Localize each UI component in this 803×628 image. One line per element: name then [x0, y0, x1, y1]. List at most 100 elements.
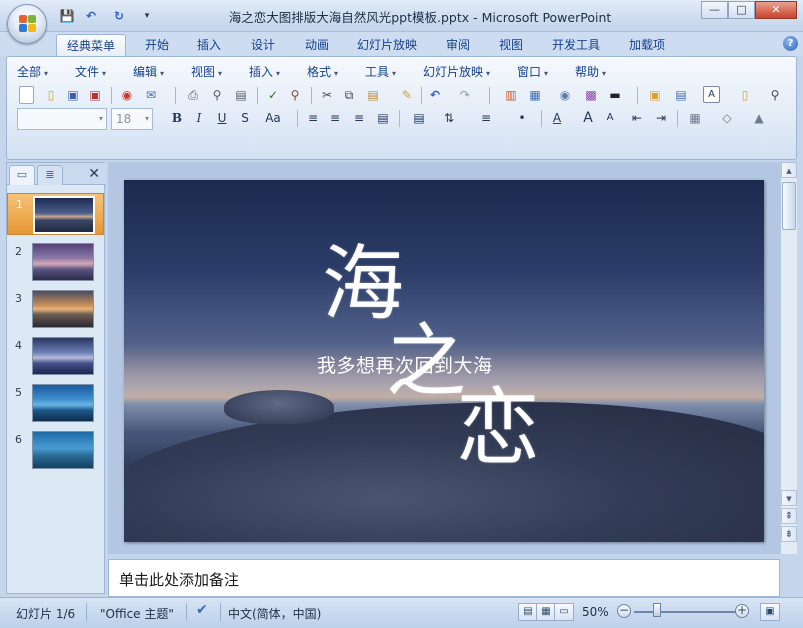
outline-tab-icon[interactable]: ≣	[37, 165, 63, 185]
slide-thumbnail[interactable]: 4	[7, 335, 104, 377]
zoom-slider-knob[interactable]	[653, 603, 661, 617]
outline-view-icon[interactable]: ▤	[231, 85, 251, 105]
decrease-indent-icon[interactable]: ⇤	[627, 108, 647, 128]
menu-format[interactable]: 格式 ▾	[307, 63, 365, 81]
paste-icon[interactable]: ▤	[363, 85, 383, 105]
text-direction-icon[interactable]: ▤	[407, 108, 431, 128]
open-folder-icon[interactable]: ▯	[41, 85, 61, 105]
current-slide[interactable]: 海 之 恋 我多想再次回到大海	[124, 180, 764, 542]
tab-design[interactable]: 设计	[242, 34, 284, 56]
tab-addins[interactable]: 加载项	[620, 34, 674, 56]
slide-thumbnail[interactable]: 1	[7, 193, 104, 235]
research-icon[interactable]: ⚲	[285, 85, 305, 105]
clip-art-icon[interactable]: ◉	[555, 85, 575, 105]
save-as-icon[interactable]: ▣	[85, 85, 105, 105]
align-right-icon[interactable]: ≡	[349, 108, 369, 128]
print-icon[interactable]: ⎙	[183, 85, 203, 105]
previous-slide-icon[interactable]: ⇞	[781, 508, 797, 524]
insert-table-icon[interactable]: ▦	[525, 85, 545, 105]
zoom-search-icon[interactable]: ⚲	[765, 85, 785, 105]
slides-tab-icon[interactable]: ▭	[9, 165, 35, 185]
spellcheck-icon[interactable]: ✔	[196, 602, 208, 618]
increase-indent-icon[interactable]: ⇥	[651, 108, 671, 128]
redo-icon[interactable]: ↷	[455, 85, 475, 105]
cut-icon[interactable]: ✂	[317, 85, 337, 105]
minimize-button[interactable]: —	[701, 1, 728, 19]
redo-icon[interactable]: ↻	[110, 7, 128, 25]
zoom-slider-track[interactable]	[634, 611, 740, 613]
grow-font-icon[interactable]: A	[581, 108, 595, 128]
slide-sorter-icon[interactable]: ▦	[536, 603, 556, 621]
tab-classic-menu[interactable]: 经典菜单	[56, 34, 126, 56]
font-color-icon[interactable]: A	[547, 108, 567, 128]
align-center-icon[interactable]: ≡	[325, 108, 345, 128]
text-box-icon[interactable]: A	[703, 86, 720, 103]
menu-file[interactable]: 文件 ▾	[75, 63, 133, 81]
shapes-icon[interactable]: ◇	[715, 108, 739, 128]
justify-icon[interactable]: ▤	[373, 108, 393, 128]
print-preview-icon[interactable]: ⚲	[207, 85, 227, 105]
bullets-icon[interactable]: •	[509, 108, 535, 128]
tab-home[interactable]: 开始	[136, 34, 178, 56]
color-grayscale-icon[interactable]: ▬	[605, 85, 625, 105]
menu-window[interactable]: 窗口 ▾	[517, 63, 575, 81]
tab-slideshow[interactable]: 幻灯片放映	[350, 34, 424, 56]
notes-pane[interactable]: 单击此处添加备注	[108, 559, 780, 597]
insert-picture-icon[interactable]: ▩	[581, 85, 601, 105]
shape-fill-icon[interactable]: ▲	[747, 108, 771, 128]
zoom-out-icon[interactable]: −	[617, 604, 631, 618]
email-icon[interactable]: ✉	[141, 85, 161, 105]
slideshow-view-icon[interactable]: ▭	[554, 603, 574, 621]
save-icon[interactable]: ▣	[63, 85, 83, 105]
slide-thumbnail[interactable]: 5	[7, 382, 104, 424]
shrink-font-icon[interactable]: A	[603, 108, 617, 128]
permission-icon[interactable]: ◉	[117, 85, 137, 105]
tab-view[interactable]: 视图	[490, 34, 532, 56]
layout-icon[interactable]: ▤	[671, 85, 691, 105]
underline-button[interactable]: U	[212, 108, 232, 128]
slide-thumbnail[interactable]: 3	[7, 288, 104, 330]
scroll-down-icon[interactable]: ▼	[781, 490, 797, 506]
next-slide-icon[interactable]: ⇟	[781, 526, 797, 542]
spelling-icon[interactable]: ✓	[263, 85, 283, 105]
undo-icon[interactable]: ↶	[82, 7, 100, 25]
help-icon[interactable]: ?	[783, 36, 798, 51]
new-document-icon[interactable]	[19, 86, 34, 104]
menu-tools[interactable]: 工具 ▾	[365, 63, 423, 81]
copy-icon[interactable]: ⧉	[339, 85, 359, 105]
slide-thumbnail[interactable]: 6	[7, 429, 104, 471]
insert-chart-icon[interactable]: ▥	[501, 85, 521, 105]
change-case-button[interactable]: Aa	[259, 108, 287, 128]
tab-review[interactable]: 审阅	[437, 34, 479, 56]
save-icon[interactable]: 💾	[58, 7, 76, 25]
align-left-icon[interactable]: ≡	[303, 108, 323, 128]
undo-icon[interactable]: ↶	[425, 85, 445, 105]
font-size-combo[interactable]: 18 ▾	[111, 108, 153, 130]
zoom-in-icon[interactable]: +	[735, 604, 749, 618]
tab-animation[interactable]: 动画	[296, 34, 338, 56]
new-slide-icon[interactable]: ▣	[645, 85, 665, 105]
maximize-button[interactable]: □	[728, 1, 755, 19]
shadow-button[interactable]: S	[235, 108, 255, 128]
arrange-icon[interactable]: ▦	[683, 108, 707, 128]
customize-quick-access-icon[interactable]: ▾	[138, 7, 156, 25]
tab-developer[interactable]: 开发工具	[543, 34, 609, 56]
menu-slideshow[interactable]: 幻灯片放映 ▾	[423, 63, 517, 81]
italic-button[interactable]: I	[189, 108, 209, 128]
tab-insert[interactable]: 插入	[188, 34, 230, 56]
menu-insert[interactable]: 插入 ▾	[249, 63, 307, 81]
menu-all[interactable]: 全部 ▾	[17, 63, 75, 81]
fit-to-window-icon[interactable]: ▣	[760, 603, 780, 621]
numbering-icon[interactable]: ≡	[473, 108, 499, 128]
close-button[interactable]: ✕	[755, 1, 797, 19]
menu-edit[interactable]: 编辑 ▾	[133, 63, 191, 81]
bold-button[interactable]: B	[167, 108, 187, 128]
format-painter-icon[interactable]: ✎	[397, 85, 417, 105]
font-name-combo[interactable]: ▾	[17, 108, 107, 130]
vertical-scrollbar[interactable]: ▲ ▼ ⇞ ⇟	[780, 162, 797, 554]
folder-icon[interactable]: ▯	[735, 85, 755, 105]
scroll-up-icon[interactable]: ▲	[781, 162, 797, 178]
normal-view-icon[interactable]: ▤	[518, 603, 538, 621]
menu-view[interactable]: 视图 ▾	[191, 63, 249, 81]
scroll-thumb[interactable]	[782, 182, 796, 230]
